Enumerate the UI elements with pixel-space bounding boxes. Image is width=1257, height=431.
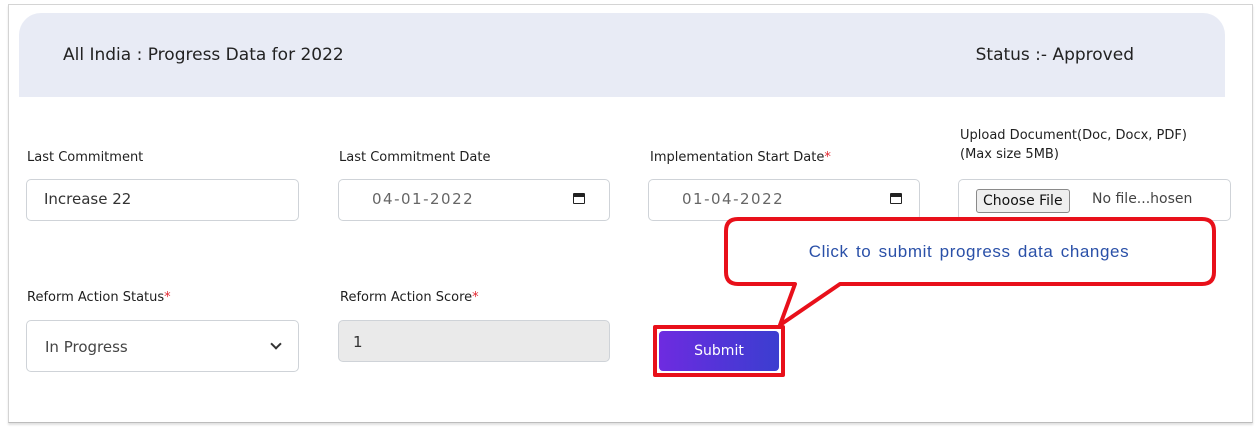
callout-text: Click to submit progress data changes xyxy=(808,242,1130,261)
submit-button[interactable]: Submit xyxy=(659,331,779,371)
callout-bubble xyxy=(724,217,1216,327)
submit-highlight: Submit xyxy=(653,325,785,377)
